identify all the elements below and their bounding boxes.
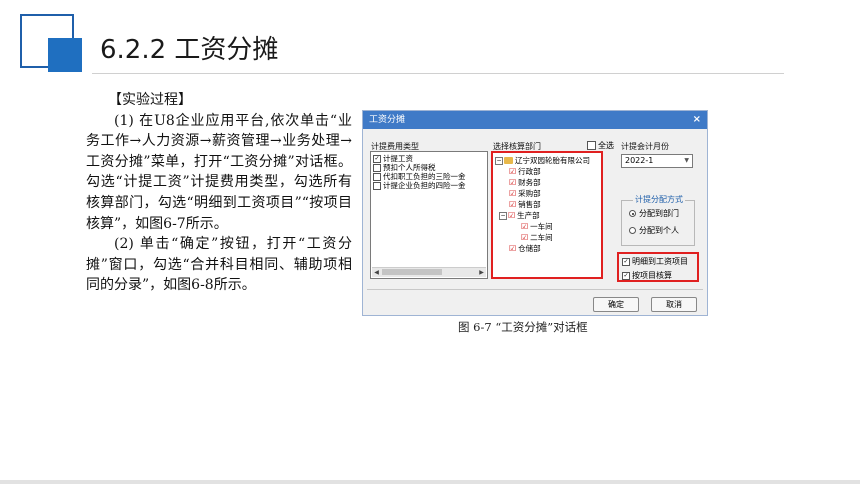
dept-tree[interactable]: − 辽宁双园轮胎有限公司 ☑ 行政部 ☑ 财务部 ☑ 采购部 ☑ 销售部 − ☑… (491, 151, 603, 279)
radio-alloc-dept-label: 分配到部门 (639, 209, 679, 218)
page-title: 6.2.2 工资分摊 (92, 30, 287, 70)
tree-root[interactable]: − 辽宁双园轮胎有限公司 (495, 155, 590, 166)
salary-allocation-dialog: 工资分摊 × 计提费用类型 ✓ 计提工资 预扣个人所得税 代扣职工负担的三险一金… (362, 110, 708, 316)
dept-label-3: 采购部 (518, 189, 541, 198)
figure-caption: 图 6-7 “工资分摊”对话框 (458, 320, 588, 334)
checkbox-icon[interactable] (587, 141, 596, 150)
detail-option-label: 明细到工资项目 (632, 257, 688, 266)
horizontal-scrollbar[interactable]: ◀ ▶ (372, 267, 486, 277)
footer-bar (0, 480, 860, 484)
radio-alloc-person-label: 分配到个人 (639, 226, 679, 235)
checkbox-checked-icon[interactable]: ✓ (373, 154, 381, 163)
section-heading: 【实验过程】 (108, 92, 192, 108)
alloc-groupbox (621, 200, 695, 246)
radio-selected-icon[interactable] (629, 210, 636, 217)
checked-icon[interactable]: ☑ (508, 211, 515, 220)
tree-root-label: 辽宁双园轮胎有限公司 (515, 156, 590, 165)
expander-minus-icon[interactable]: − (499, 211, 507, 220)
dept-label-2: 财务部 (518, 178, 541, 187)
tree-item-subdept[interactable]: ☑ 二车间 (521, 232, 553, 243)
checked-icon[interactable]: ☑ (509, 167, 516, 176)
checkbox-icon[interactable] (373, 181, 381, 190)
month-value: 2022-1 (625, 156, 654, 165)
expense-type-label-1: 计提工资 (383, 154, 413, 163)
month-label: 计提会计月份 (621, 142, 669, 151)
radio-alloc-person[interactable]: 分配到个人 (629, 225, 679, 236)
dialog-titlebar: 工资分摊 × (363, 111, 707, 129)
tree-item-subdept[interactable]: ☑ 一车间 (521, 221, 553, 232)
tree-item-dept[interactable]: ☑ 销售部 (509, 199, 541, 210)
step-2-text: (2) 单击“确定”按钮，打开“工资分摊”窗口，勾选“合并科目相同、辅助项相同的… (86, 236, 352, 294)
project-option-label: 按项目核算 (632, 271, 672, 280)
expense-type-item[interactable]: ✓ 计提工资 (371, 154, 487, 163)
dept-label-1: 行政部 (518, 167, 541, 176)
select-all-checkbox[interactable]: 全选 (587, 140, 614, 151)
expense-type-label-3: 代扣职工负担的三险一金 (383, 172, 466, 181)
detail-option-checkbox[interactable]: ✓ 明细到工资项目 (622, 256, 688, 267)
cancel-button[interactable]: 取消 (651, 297, 697, 312)
expense-type-list[interactable]: ✓ 计提工资 预扣个人所得税 代扣职工负担的三险一金 计提企业负担的四险一金 ◀… (370, 151, 488, 279)
alloc-group-title: 计提分配方式 (633, 194, 685, 205)
checked-icon[interactable]: ☑ (509, 178, 516, 187)
select-all-label: 全选 (598, 141, 614, 150)
checked-icon[interactable]: ☑ (521, 233, 528, 242)
checked-icon[interactable]: ☑ (509, 189, 516, 198)
expense-type-item[interactable]: 预扣个人所得税 (371, 163, 487, 172)
dept-label-5: 生产部 (517, 211, 540, 220)
expense-type-item[interactable]: 代扣职工负担的三险一金 (371, 172, 487, 181)
ok-button[interactable]: 确定 (593, 297, 639, 312)
checked-icon[interactable]: ☑ (509, 244, 516, 253)
subdept-label-1: 一车间 (530, 222, 553, 231)
checkbox-icon[interactable] (373, 163, 381, 172)
close-icon[interactable]: × (693, 111, 701, 129)
tree-item-dept[interactable]: − ☑ 生产部 (499, 210, 540, 221)
folder-icon (504, 157, 513, 164)
expense-type-item[interactable]: 计提企业负担的四险一金 (371, 181, 487, 190)
checkbox-checked-icon[interactable]: ✓ (622, 257, 630, 266)
expander-minus-icon[interactable]: − (495, 156, 503, 165)
radio-icon[interactable] (629, 227, 636, 234)
header-filled-square (48, 38, 82, 72)
instruction-text: 【实验过程】 (1) 在U8企业应用平台,依次单击“业务工作→人力资源→薪资管理… (86, 90, 352, 296)
dialog-separator (367, 289, 703, 290)
radio-alloc-dept[interactable]: 分配到部门 (629, 208, 679, 219)
subdept-label-2: 二车间 (530, 233, 553, 242)
scroll-left-icon[interactable]: ◀ (372, 268, 381, 277)
dept-label-6: 仓储部 (518, 244, 541, 253)
title-divider (92, 73, 784, 74)
month-select[interactable]: 2022-1 ▼ (621, 154, 693, 168)
step-1-text: (1) 在U8企业应用平台,依次单击“业务工作→人力资源→薪资管理→业务处理→工… (86, 112, 352, 232)
dept-label-4: 销售部 (518, 200, 541, 209)
tree-item-dept[interactable]: ☑ 采购部 (509, 188, 541, 199)
expense-type-label-2: 预扣个人所得税 (383, 163, 436, 172)
project-option-checkbox[interactable]: ✓ 按项目核算 (622, 270, 672, 281)
checkbox-icon[interactable] (373, 172, 381, 181)
scroll-right-icon[interactable]: ▶ (477, 268, 486, 277)
checked-icon[interactable]: ☑ (521, 222, 528, 231)
tree-item-dept[interactable]: ☑ 仓储部 (509, 243, 541, 254)
tree-item-dept[interactable]: ☑ 财务部 (509, 177, 541, 188)
checked-icon[interactable]: ☑ (509, 200, 516, 209)
expense-type-label-4: 计提企业负担的四险一金 (383, 181, 466, 190)
checkbox-checked-icon[interactable]: ✓ (622, 271, 630, 280)
chevron-down-icon[interactable]: ▼ (684, 155, 689, 167)
tree-item-dept[interactable]: ☑ 行政部 (509, 166, 541, 177)
dialog-title: 工资分摊 (369, 115, 406, 125)
scroll-thumb[interactable] (382, 269, 442, 275)
